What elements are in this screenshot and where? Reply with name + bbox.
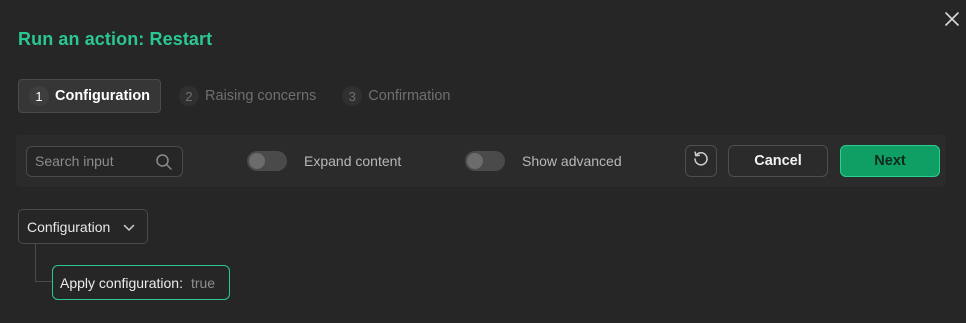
expand-content-toggle[interactable]: Expand content (247, 151, 401, 171)
step-raising-concerns[interactable]: 2 Raising concerns (171, 79, 324, 113)
step-label: Confirmation (368, 88, 451, 104)
step-number: 1 (29, 86, 49, 106)
show-advanced-toggle[interactable]: Show advanced (465, 151, 622, 171)
run-action-dialog: Run an action: Restart 1 Configuration 2… (0, 0, 966, 323)
toggle-switch[interactable] (247, 151, 287, 171)
dialog-title: Run an action: Restart (18, 29, 213, 49)
tree-node-configuration[interactable]: Configuration (18, 209, 148, 244)
search-box (26, 146, 183, 177)
tree-node-apply-configuration[interactable]: Apply configuration: true (52, 265, 230, 300)
search-input[interactable] (27, 147, 152, 175)
step-label: Raising concerns (205, 88, 317, 104)
toggle-label: Show advanced (522, 153, 622, 169)
chevron-down-icon[interactable] (122, 221, 136, 238)
step-number: 2 (179, 86, 200, 106)
stepper: 1 Configuration 2 Raising concerns 3 Con… (18, 79, 468, 113)
toolbar: Expand content Show advanced Cancel Next (16, 135, 946, 187)
step-configuration[interactable]: 1 Configuration (18, 79, 162, 113)
close-icon[interactable] (942, 9, 962, 29)
step-confirmation[interactable]: 3 Confirmation (334, 79, 458, 113)
tree-connector (35, 244, 53, 282)
reset-button[interactable] (685, 145, 717, 177)
step-number: 3 (342, 86, 363, 106)
next-button[interactable]: Next (840, 145, 940, 177)
reset-icon (692, 150, 710, 173)
toggle-label: Expand content (304, 153, 402, 169)
leaf-key: Apply configuration: (60, 274, 183, 291)
cancel-button[interactable]: Cancel (728, 145, 828, 177)
search-icon[interactable] (155, 153, 173, 176)
leaf-value: true (190, 274, 216, 291)
tree-node-label: Configuration (27, 218, 111, 235)
step-label: Configuration (55, 88, 151, 104)
toggle-switch[interactable] (465, 151, 505, 171)
